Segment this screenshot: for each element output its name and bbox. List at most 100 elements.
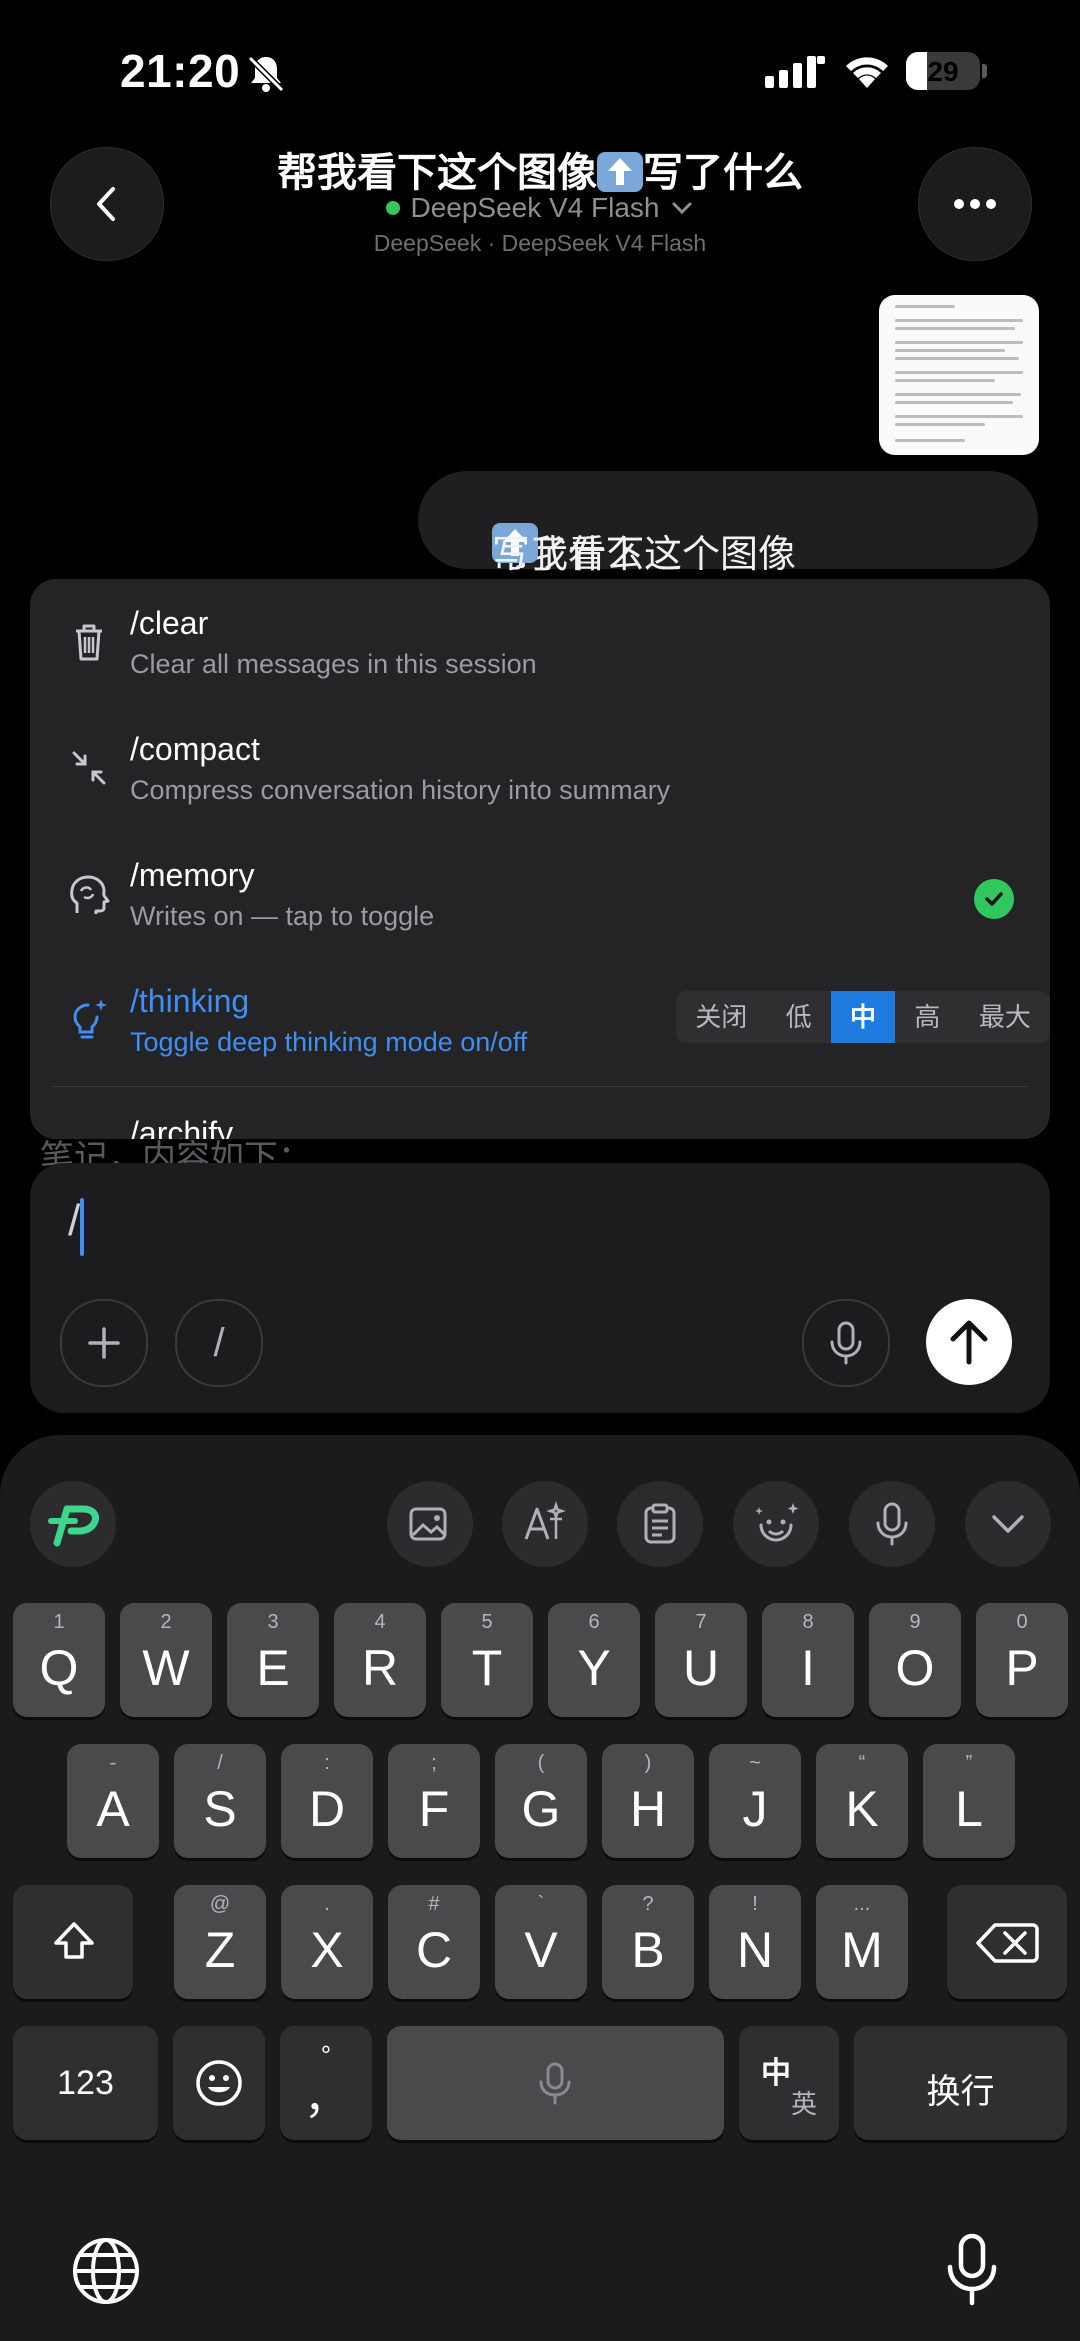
- key-y[interactable]: 6Y: [548, 1603, 640, 1717]
- key-hint: “: [858, 1752, 866, 1774]
- send-button[interactable]: [926, 1299, 1012, 1385]
- key-b[interactable]: ? B: [602, 1885, 694, 1999]
- model-name: DeepSeek V4 Flash: [410, 192, 660, 223]
- message-input[interactable]: /: [68, 1196, 80, 1246]
- key-hint: ...: [853, 1893, 871, 1915]
- more-options-button[interactable]: [918, 147, 1032, 261]
- command-clear[interactable]: /clear Clear all messages in this sessio…: [30, 579, 1050, 705]
- language-key-bottom: 英: [791, 2089, 818, 2119]
- key-m[interactable]: ... M: [816, 1885, 908, 1999]
- key-k[interactable]: “K: [816, 1744, 908, 1858]
- command-name: /thinking: [130, 983, 250, 1019]
- key-label: O: [895, 1640, 935, 1696]
- key-hint: 8: [802, 1611, 814, 1633]
- punctuation-key[interactable]: ° ，: [280, 2026, 372, 2140]
- key-t[interactable]: 5T: [441, 1603, 533, 1717]
- key-i[interactable]: 8I: [762, 1603, 854, 1717]
- keyboard-logo-button[interactable]: [30, 1481, 116, 1567]
- key-label: C: [415, 1922, 453, 1978]
- image-attachment-thumbnail[interactable]: [879, 295, 1039, 455]
- back-button[interactable]: [50, 147, 164, 261]
- key-a[interactable]: -A: [67, 1744, 159, 1858]
- lightbulb-sparkle-icon: [73, 999, 107, 1039]
- numbers-key[interactable]: 123: [13, 2026, 158, 2140]
- punctuation-key-label: ，: [304, 2074, 348, 2123]
- return-key-label: 换行: [926, 2073, 995, 2111]
- key-l[interactable]: ” L: [923, 1744, 1015, 1858]
- thinking-level-off[interactable]: 关闭: [676, 991, 766, 1043]
- keyboard-voice-button[interactable]: [849, 1481, 935, 1567]
- key-d[interactable]: :D: [281, 1744, 373, 1858]
- key-h[interactable]: ) H: [602, 1744, 694, 1858]
- shift-arrow-icon: [54, 1922, 94, 1959]
- key-u[interactable]: 7U: [655, 1603, 747, 1717]
- keyboard: 1Q2W3E4R5T6Y7U8I9O0P - A / S: D; F(G) H ~ J “K” L …: [0, 1435, 1080, 2341]
- globe-icon[interactable]: [70, 2235, 142, 2312]
- key-hint: (: [537, 1752, 545, 1774]
- key-j[interactable]: ~ J: [709, 1744, 801, 1858]
- delete-key[interactable]: [947, 1885, 1067, 1999]
- command-archify[interactable]: /archify: [30, 1083, 1050, 1139]
- key-hint: ”: [965, 1752, 973, 1774]
- slash-command-menu: /clear Clear all messages in this sessio…: [30, 579, 1050, 1139]
- user-message-bubble[interactable]: 帮我看下这个图像 写了什么: [418, 471, 1038, 576]
- language-switch-key[interactable]: 中 英: [739, 2026, 839, 2140]
- command-name: /archify: [130, 1115, 234, 1139]
- keyboard-ai-text-button[interactable]: [502, 1481, 588, 1567]
- key-o[interactable]: 9O: [869, 1603, 961, 1717]
- slash-command-button[interactable]: /: [175, 1299, 263, 1387]
- key-c[interactable]: # C: [388, 1885, 480, 1999]
- face-sparkle-icon: [755, 1503, 799, 1542]
- shift-key[interactable]: [13, 1885, 133, 1999]
- key-v[interactable]: ` V: [495, 1885, 587, 1999]
- microphone-icon: [830, 1321, 862, 1365]
- keyboard-brand-logo-icon: [48, 1505, 99, 1547]
- key-s[interactable]: / S: [174, 1744, 266, 1858]
- key-x[interactable]: .X: [281, 1885, 373, 1999]
- key-label: Q: [39, 1640, 79, 1696]
- key-n[interactable]: ! N: [709, 1885, 801, 1999]
- return-key[interactable]: 换行: [854, 2026, 1067, 2140]
- key-label: M: [841, 1922, 883, 1978]
- key-label: U: [682, 1640, 720, 1696]
- thinking-level-medium[interactable]: 中: [830, 991, 896, 1043]
- keyboard-clipboard-button[interactable]: [617, 1481, 703, 1567]
- dictation-microphone-icon[interactable]: [944, 2233, 1000, 2314]
- key-hint: 5: [481, 1611, 493, 1633]
- smiley-icon: [196, 2060, 242, 2106]
- key-w[interactable]: 2W: [120, 1603, 212, 1717]
- key-r[interactable]: 4R: [334, 1603, 426, 1717]
- key-label: K: [845, 1781, 879, 1837]
- command-desc: Compress conversation history into summa…: [130, 775, 671, 805]
- command-memory[interactable]: /memory Writes on — tap to toggle: [30, 831, 1050, 957]
- thinking-level-max[interactable]: 最大: [960, 991, 1050, 1043]
- voice-input-button[interactable]: [802, 1299, 890, 1387]
- key-z[interactable]: @ Z: [174, 1885, 266, 1999]
- add-attachment-button[interactable]: [60, 1299, 148, 1387]
- key-hint: ~: [749, 1752, 761, 1774]
- key-f[interactable]: ; F: [388, 1744, 480, 1858]
- thinking-level-high[interactable]: 高: [895, 991, 959, 1043]
- model-selector[interactable]: DeepSeek V4 Flash: [150, 192, 930, 224]
- key-e[interactable]: 3E: [227, 1603, 319, 1717]
- key-hint: 1: [53, 1611, 65, 1633]
- text-cursor: [80, 1198, 84, 1256]
- keyboard-image-button[interactable]: [387, 1481, 473, 1567]
- key-q[interactable]: 1Q: [13, 1603, 105, 1717]
- plus-icon: [88, 1327, 120, 1359]
- keyboard-collapse-button[interactable]: [965, 1481, 1051, 1567]
- command-compact[interactable]: /compact Compress conversation history i…: [30, 705, 1050, 831]
- key-hint: .: [324, 1893, 330, 1915]
- emoji-key[interactable]: [173, 2026, 265, 2140]
- key-p[interactable]: 0P: [976, 1603, 1068, 1717]
- key-g[interactable]: (G: [495, 1744, 587, 1858]
- memory-enabled-check-icon[interactable]: [974, 879, 1014, 919]
- space-key[interactable]: [387, 2026, 724, 2140]
- key-hint: `: [537, 1893, 545, 1915]
- key-hint: ): [644, 1752, 652, 1774]
- key-label: N: [736, 1922, 774, 1978]
- key-hint: /: [217, 1752, 223, 1774]
- keyboard-emoji-face-button[interactable]: [733, 1481, 819, 1567]
- thinking-level-low[interactable]: 低: [766, 991, 830, 1043]
- command-name: /compact: [130, 731, 260, 767]
